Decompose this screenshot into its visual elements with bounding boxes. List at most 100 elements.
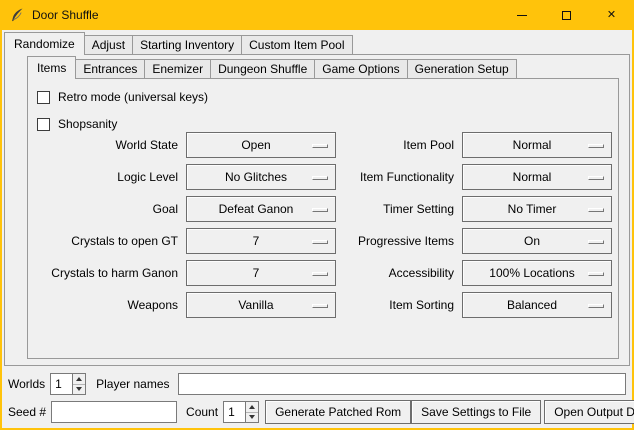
worlds-spin-down[interactable] xyxy=(73,384,85,395)
dropdown-value: 7 xyxy=(253,266,270,280)
player-names-input[interactable] xyxy=(178,373,627,395)
field-label: Progressive Items xyxy=(324,234,462,248)
count-spin-buttons xyxy=(245,401,259,423)
worlds-label: Worlds xyxy=(8,377,45,391)
open-output-directory-button[interactable]: Open Output Directory xyxy=(544,400,634,424)
field-label: Accessibility xyxy=(324,266,462,280)
tab-items[interactable]: Items xyxy=(27,56,76,79)
form-row: Accessibility 100% Locations xyxy=(324,260,612,286)
seed-input[interactable] xyxy=(51,401,177,423)
goal-dropdown[interactable]: Defeat Ganon xyxy=(186,196,336,222)
tab-randomize[interactable]: Randomize xyxy=(4,32,85,55)
inner-tab-bar: Items Entrances Enemizer Dungeon Shuffle… xyxy=(27,57,517,78)
field-label: Logic Level xyxy=(36,170,186,184)
checkbox-icon xyxy=(37,91,50,104)
field-label: Timer Setting xyxy=(324,202,462,216)
worlds-spin-up[interactable] xyxy=(73,374,85,384)
count-value[interactable]: 1 xyxy=(223,401,245,423)
tab-game-options[interactable]: Game Options xyxy=(314,59,407,78)
player-names-label: Player names xyxy=(96,377,169,391)
tab-generation-setup[interactable]: Generation Setup xyxy=(407,59,517,78)
save-settings-button[interactable]: Save Settings to File xyxy=(411,400,541,424)
form-row: Item Pool Normal xyxy=(324,132,612,158)
window-body: Randomize Adjust Starting Inventory Cust… xyxy=(2,30,632,428)
shopsanity-checkbox[interactable]: Shopsanity xyxy=(37,116,117,132)
field-label: Weapons xyxy=(36,298,186,312)
field-label: Goal xyxy=(36,202,186,216)
timer-setting-dropdown[interactable]: No Timer xyxy=(462,196,612,222)
dropdown-value: 100% Locations xyxy=(489,266,584,280)
field-label: Crystals to open GT xyxy=(36,234,186,248)
tab-adjust[interactable]: Adjust xyxy=(84,35,133,54)
outer-tab-bar: Randomize Adjust Starting Inventory Cust… xyxy=(4,32,353,54)
window-title: Door Shuffle xyxy=(32,8,99,22)
form-row: Crystals to harm Ganon 7 xyxy=(36,260,336,286)
form-column-right: Item Pool Normal Item Functionality Norm… xyxy=(324,132,612,324)
count-spin-up[interactable] xyxy=(246,402,258,412)
accessibility-dropdown[interactable]: 100% Locations xyxy=(462,260,612,286)
minimize-icon xyxy=(517,15,527,16)
dropdown-value: No Timer xyxy=(508,202,567,216)
form-row: Timer Setting No Timer xyxy=(324,196,612,222)
field-label: Item Pool xyxy=(324,138,462,152)
tab-starting-inventory[interactable]: Starting Inventory xyxy=(132,35,242,54)
arrow-up-icon xyxy=(76,377,82,381)
retro-mode-checkbox[interactable]: Retro mode (universal keys) xyxy=(37,89,208,105)
form-row: Item Functionality Normal xyxy=(324,164,612,190)
form-row: Progressive Items On xyxy=(324,228,612,254)
worlds-spinbox[interactable]: 1 xyxy=(50,373,86,395)
dropdown-value: Balanced xyxy=(507,298,567,312)
progressive-items-dropdown[interactable]: On xyxy=(462,228,612,254)
window-controls: ✕ xyxy=(499,0,634,30)
close-icon: ✕ xyxy=(607,10,616,21)
tab-enemizer[interactable]: Enemizer xyxy=(144,59,211,78)
item-pool-dropdown[interactable]: Normal xyxy=(462,132,612,158)
worlds-value[interactable]: 1 xyxy=(50,373,72,395)
tab-entrances[interactable]: Entrances xyxy=(75,59,145,78)
dropdown-indicator-icon xyxy=(588,208,604,212)
multiworld-row: Worlds 1 Player names xyxy=(8,372,626,396)
generate-patched-rom-button[interactable]: Generate Patched Rom xyxy=(265,400,411,424)
dropdown-indicator-icon xyxy=(588,176,604,180)
close-button[interactable]: ✕ xyxy=(589,0,634,30)
maximize-button[interactable] xyxy=(544,0,589,30)
dropdown-value: 7 xyxy=(253,234,270,248)
crystals-open-gt-dropdown[interactable]: 7 xyxy=(186,228,336,254)
count-spinbox[interactable]: 1 xyxy=(223,401,259,423)
maximize-icon xyxy=(562,11,571,20)
titlebar[interactable]: Door Shuffle ✕ xyxy=(0,0,634,30)
item-functionality-dropdown[interactable]: Normal xyxy=(462,164,612,190)
checkbox-label: Shopsanity xyxy=(58,117,117,131)
dropdown-indicator-icon xyxy=(588,240,604,244)
logic-level-dropdown[interactable]: No Glitches xyxy=(186,164,336,190)
world-state-dropdown[interactable]: Open xyxy=(186,132,336,158)
arrow-up-icon xyxy=(249,405,255,409)
minimize-button[interactable] xyxy=(499,0,544,30)
form-row: Item Sorting Balanced xyxy=(324,292,612,318)
app-icon xyxy=(9,7,25,23)
form-row: World State Open xyxy=(36,132,336,158)
item-sorting-dropdown[interactable]: Balanced xyxy=(462,292,612,318)
dropdown-indicator-icon xyxy=(588,272,604,276)
items-pane: Retro mode (universal keys) Shopsanity W… xyxy=(27,78,619,359)
tab-custom-item-pool[interactable]: Custom Item Pool xyxy=(241,35,352,54)
form-row: Weapons Vanilla xyxy=(36,292,336,318)
dropdown-indicator-icon xyxy=(588,144,604,148)
crystals-harm-ganon-dropdown[interactable]: 7 xyxy=(186,260,336,286)
dropdown-value: Open xyxy=(241,138,280,152)
window: Door Shuffle ✕ Randomize Adjust Starting… xyxy=(0,0,634,430)
field-label: World State xyxy=(36,138,186,152)
checkbox-label: Retro mode (universal keys) xyxy=(58,90,208,104)
checkbox-icon xyxy=(37,118,50,131)
dropdown-value: On xyxy=(524,234,550,248)
dropdown-value: Normal xyxy=(513,170,562,184)
form-row: Logic Level No Glitches xyxy=(36,164,336,190)
dropdown-value: Defeat Ganon xyxy=(219,202,304,216)
form-row: Goal Defeat Ganon xyxy=(36,196,336,222)
field-label: Crystals to harm Ganon xyxy=(36,266,186,280)
tab-dungeon-shuffle[interactable]: Dungeon Shuffle xyxy=(210,59,315,78)
dropdown-value: No Glitches xyxy=(225,170,297,184)
generation-row: Seed # Count 1 Generate Patched Rom Save… xyxy=(8,400,626,424)
count-spin-down[interactable] xyxy=(246,412,258,423)
weapons-dropdown[interactable]: Vanilla xyxy=(186,292,336,318)
